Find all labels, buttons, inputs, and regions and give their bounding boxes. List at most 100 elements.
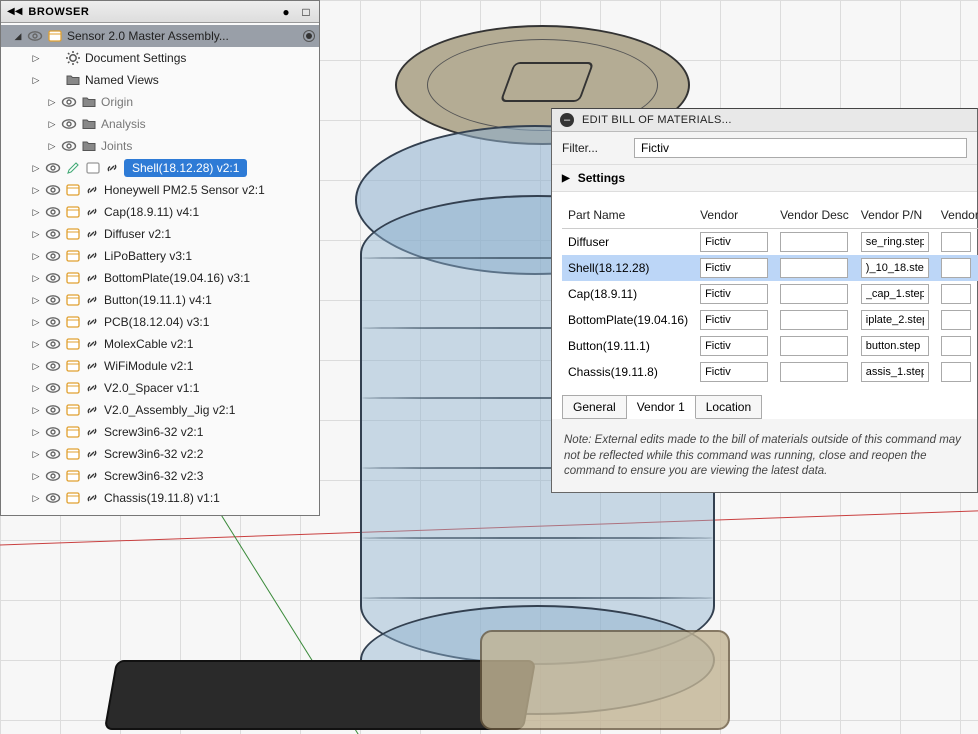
expand-icon[interactable]: ▷ [31, 53, 41, 64]
bom-vendor-input[interactable] [700, 336, 768, 356]
bom-vendor-pn-input[interactable] [861, 284, 929, 304]
tree-item[interactable]: ▷ Diffuser v2:1 [1, 223, 319, 245]
bom-dialog-header[interactable]: – EDIT BILL OF MATERIALS... [552, 109, 977, 132]
visibility-icon[interactable] [45, 226, 61, 242]
tree-item[interactable]: ▷ Shell(18.12.28) v2:1 [1, 157, 319, 179]
bom-vendor-desc-input[interactable] [780, 310, 848, 330]
bom-vendor-pn-input[interactable] [861, 232, 929, 252]
browser-panel-header[interactable]: ◀◀ BROWSER ● □ [1, 1, 319, 23]
bom-row[interactable]: BottomPlate(19.04.16) [562, 307, 978, 333]
visibility-icon[interactable] [45, 314, 61, 330]
visibility-icon[interactable] [45, 424, 61, 440]
bom-vendor-input[interactable] [700, 232, 768, 252]
tree-item[interactable]: ▷ Analysis [1, 113, 319, 135]
bom-row[interactable]: Cap(18.9.11) [562, 281, 978, 307]
expand-icon[interactable]: ▷ [31, 317, 41, 328]
bom-vendor-u-input[interactable] [941, 232, 971, 252]
bom-column-header[interactable]: Vendor P/N [855, 202, 935, 229]
tree-item[interactable]: ▷ Joints [1, 135, 319, 157]
bom-vendor-pn-input[interactable] [861, 362, 929, 382]
tree-item[interactable]: ▷ V2.0_Assembly_Jig v2:1 [1, 399, 319, 421]
tree-item[interactable]: ▷ Cap(18.9.11) v4:1 [1, 201, 319, 223]
tree-item[interactable]: ▷ Chassis(19.11.8) v1:1 [1, 487, 319, 509]
bom-vendor-desc-input[interactable] [780, 362, 848, 382]
tree-item[interactable]: ▷ Honeywell PM2.5 Sensor v2:1 [1, 179, 319, 201]
bom-vendor-desc-input[interactable] [780, 336, 848, 356]
bom-column-header[interactable]: Vendor [694, 202, 774, 229]
bom-tab[interactable]: Vendor 1 [627, 395, 696, 419]
tree-item[interactable]: ▷ Document Settings [1, 47, 319, 69]
visibility-icon[interactable] [45, 270, 61, 286]
expand-icon[interactable]: ▷ [31, 75, 41, 86]
bom-row[interactable]: Button(19.11.1) [562, 333, 978, 359]
visibility-icon[interactable] [45, 160, 61, 176]
visibility-icon[interactable] [45, 358, 61, 374]
visibility-icon[interactable] [45, 248, 61, 264]
bom-vendor-pn-input[interactable] [861, 336, 929, 356]
visibility-icon[interactable] [61, 94, 77, 110]
expand-icon[interactable]: ◢ [13, 31, 23, 42]
bom-vendor-u-input[interactable] [941, 310, 971, 330]
activate-radio[interactable] [303, 30, 315, 42]
bom-vendor-input[interactable] [700, 258, 768, 278]
bom-vendor-u-input[interactable] [941, 362, 971, 382]
tree-item[interactable]: ▷ Screw3in6-32 v2:1 [1, 421, 319, 443]
bom-vendor-desc-input[interactable] [780, 232, 848, 252]
bom-column-header[interactable]: Vendor Desc [774, 202, 855, 229]
expand-icon[interactable]: ▷ [31, 185, 41, 196]
bom-vendor-input[interactable] [700, 362, 768, 382]
expand-icon[interactable]: ▷ [31, 405, 41, 416]
bom-tab[interactable]: General [562, 395, 627, 419]
tree-item[interactable]: ▷ Screw3in6-32 v2:2 [1, 443, 319, 465]
bom-vendor-u-input[interactable] [941, 336, 971, 356]
expand-icon[interactable]: ▷ [31, 449, 41, 460]
visibility-icon[interactable] [45, 336, 61, 352]
bom-vendor-input[interactable] [700, 310, 768, 330]
expand-icon[interactable]: ▷ [31, 339, 41, 350]
tree-item[interactable]: ▷ Origin [1, 91, 319, 113]
expand-icon[interactable]: ▷ [31, 471, 41, 482]
bom-row[interactable]: Shell(18.12.28) [562, 255, 978, 281]
bom-vendor-input[interactable] [700, 284, 768, 304]
tree-item[interactable]: ▷ LiPoBattery v3:1 [1, 245, 319, 267]
expand-icon[interactable]: ▷ [47, 119, 57, 130]
panel-undock-icon[interactable]: □ [299, 5, 313, 19]
visibility-icon[interactable] [45, 490, 61, 506]
expand-icon[interactable]: ▷ [31, 273, 41, 284]
expand-icon[interactable]: ▷ [31, 229, 41, 240]
expand-icon[interactable]: ▷ [31, 251, 41, 262]
bom-vendor-desc-input[interactable] [780, 258, 848, 278]
visibility-icon[interactable] [45, 468, 61, 484]
expand-icon[interactable]: ▷ [31, 383, 41, 394]
tree-item[interactable]: ▷ Screw3in6-32 v2:3 [1, 465, 319, 487]
tree-root[interactable]: ◢ Sensor 2.0 Master Assembly... [1, 25, 319, 47]
bom-settings-toggle[interactable]: ▶ Settings [552, 165, 977, 192]
bom-vendor-u-input[interactable] [941, 258, 971, 278]
expand-icon[interactable]: ▷ [31, 493, 41, 504]
bom-row[interactable]: Chassis(19.11.8) [562, 359, 978, 385]
tree-item[interactable]: ▷ V2.0_Spacer v1:1 [1, 377, 319, 399]
bom-row[interactable]: Diffuser [562, 229, 978, 256]
bom-vendor-desc-input[interactable] [780, 284, 848, 304]
tree-item[interactable]: ▷ WiFiModule v2:1 [1, 355, 319, 377]
tree-item[interactable]: ▷ MolexCable v2:1 [1, 333, 319, 355]
expand-icon[interactable]: ▷ [31, 295, 41, 306]
tree-item[interactable]: ▷ Button(19.11.1) v4:1 [1, 289, 319, 311]
tree-item[interactable]: ▷ BottomPlate(19.04.16) v3:1 [1, 267, 319, 289]
bom-column-header[interactable]: Part Name [562, 202, 694, 229]
expand-icon[interactable]: ▷ [47, 97, 57, 108]
bom-tab[interactable]: Location [696, 395, 762, 419]
bom-vendor-u-input[interactable] [941, 284, 971, 304]
panel-collapse-icon[interactable]: ◀◀ [7, 6, 22, 17]
expand-icon[interactable]: ▷ [31, 361, 41, 372]
bom-filter-input[interactable] [634, 138, 967, 158]
visibility-icon[interactable] [61, 116, 77, 132]
expand-icon[interactable]: ▷ [31, 427, 41, 438]
bom-column-header[interactable]: Vendor U [935, 202, 978, 229]
bom-vendor-pn-input[interactable] [861, 258, 929, 278]
tree-item[interactable]: ▷ Named Views [1, 69, 319, 91]
visibility-icon[interactable] [45, 182, 61, 198]
bom-collapse-icon[interactable]: – [560, 113, 574, 127]
visibility-icon[interactable] [45, 402, 61, 418]
visibility-icon[interactable] [61, 138, 77, 154]
